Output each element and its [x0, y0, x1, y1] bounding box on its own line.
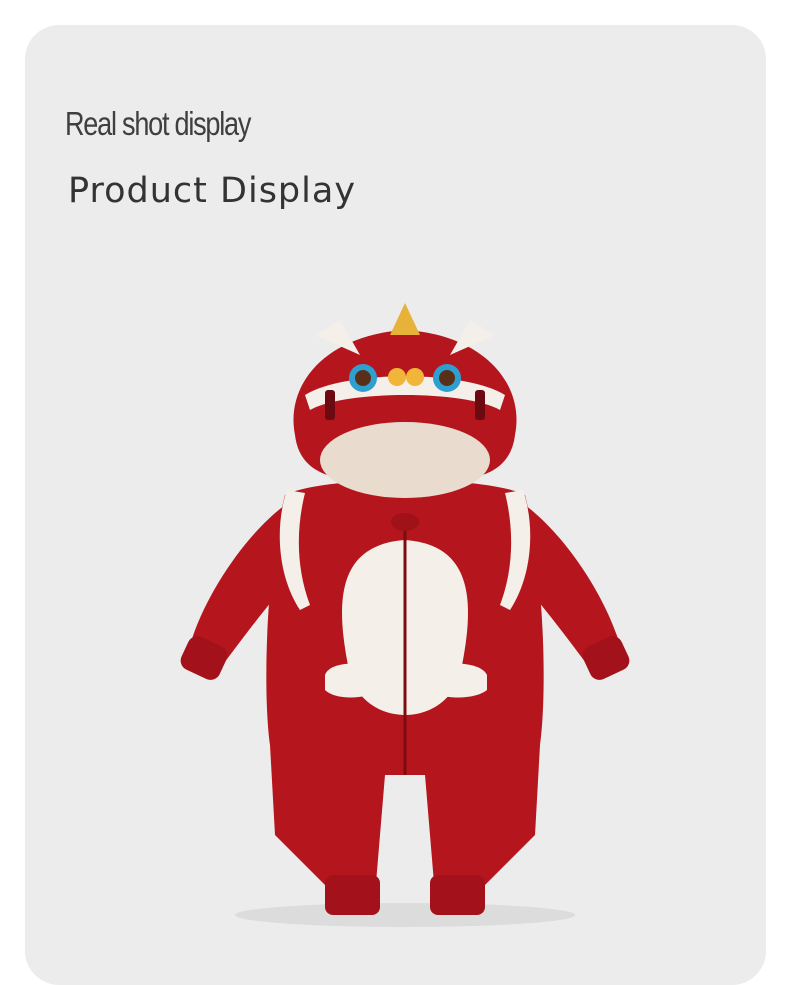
product-display-card: Real shot display Product Display	[25, 25, 766, 985]
section-title: Product Display	[68, 171, 357, 211]
section-subtitle: Real shot display	[65, 105, 251, 142]
product-photo	[180, 303, 630, 927]
